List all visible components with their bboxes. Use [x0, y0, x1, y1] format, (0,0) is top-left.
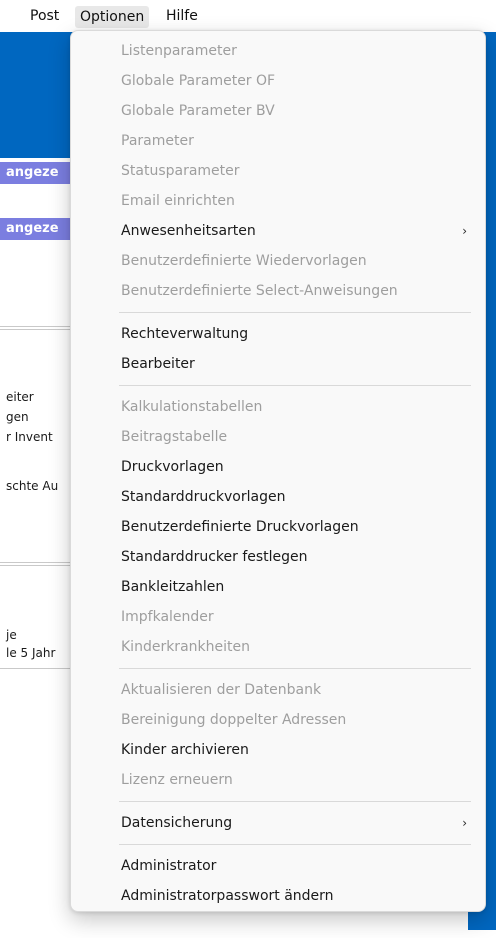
menu-item-rechteverwaltung[interactable]: Rechteverwaltung	[121, 324, 248, 344]
menu-item-druckvorlagen[interactable]: Druckvorlagen	[121, 457, 224, 477]
menu-item-datensicherung[interactable]: Datensicherung	[121, 813, 232, 833]
menu-item-listenparameter: Listenparameter	[121, 43, 237, 59]
menu-item-bankleitzahlen[interactable]: Bankleitzahlen	[121, 577, 224, 597]
menu-item-kinder-archivieren[interactable]: Kinder archivieren	[121, 740, 249, 760]
background-divider	[0, 668, 80, 669]
menu-separator	[119, 385, 471, 386]
background-text: r Invent	[6, 430, 53, 444]
menu-separator	[119, 312, 471, 313]
menu-optionen[interactable]: Optionen	[75, 6, 150, 28]
background-left-panel: angeze angeze eiter gen r Invent schte A…	[0, 158, 86, 938]
background-text: je	[6, 628, 17, 642]
menu-separator	[119, 844, 471, 845]
background-text: gen	[6, 410, 29, 424]
menu-separator	[119, 801, 471, 802]
menu-bar: Post Optionen Hilfe	[0, 0, 496, 32]
menu-separator	[119, 668, 471, 669]
background-divider	[0, 326, 80, 330]
background-text: eiter	[6, 390, 34, 404]
menu-item-administratorpasswort-aendern[interactable]: Administratorpasswort ändern	[121, 886, 334, 906]
menu-item-kalkulationstabellen: Kalkulationstabellen	[121, 399, 263, 415]
menu-item-administrator[interactable]: Administrator	[121, 856, 216, 876]
background-divider	[0, 562, 80, 566]
menu-item-lizenz-erneuern: Lizenz erneuern	[121, 772, 233, 788]
menu-item-beitragstabelle: Beitragstabelle	[121, 429, 228, 445]
background-text: le 5 Jahr	[6, 646, 56, 660]
menu-item-impfkalender: Impfkalender	[121, 609, 214, 625]
menu-item-benutzerdefinierte-select-anweisungen: Benutzerdefinierte Select-Anweisungen	[121, 283, 398, 299]
menu-item-standarddruckvorlagen[interactable]: Standarddruckvorlagen	[121, 487, 285, 507]
menu-item-email-einrichten: Email einrichten	[121, 193, 235, 209]
chevron-right-icon: ›	[462, 224, 467, 238]
background-text: schte Au	[6, 479, 59, 493]
menu-item-standarddrucker-festlegen[interactable]: Standarddrucker festlegen	[121, 547, 308, 567]
menu-hilfe[interactable]: Hilfe	[166, 8, 198, 24]
menu-item-parameter: Parameter	[121, 133, 194, 149]
menu-item-benutzerdefinierte-druckvorlagen[interactable]: Benutzerdefinierte Druckvorlagen	[121, 517, 359, 537]
menu-item-kinderkrankheiten: Kinderkrankheiten	[121, 639, 250, 655]
menu-item-bereinigung-doppelter-adressen: Bereinigung doppelter Adressen	[121, 712, 347, 728]
menu-item-globale-parameter-bv: Globale Parameter BV	[121, 103, 275, 119]
menu-item-aktualisieren-der-datenbank: Aktualisieren der Datenbank	[121, 682, 322, 698]
chevron-right-icon: ›	[462, 816, 467, 830]
menu-item-bearbeiter[interactable]: Bearbeiter	[121, 354, 195, 374]
optionen-dropdown-menu: Listenparameter Globale Parameter OF Glo…	[70, 30, 486, 912]
menu-item-statusparameter: Statusparameter	[121, 163, 240, 179]
menu-post[interactable]: Post	[30, 8, 59, 24]
menu-item-globale-parameter-of: Globale Parameter OF	[121, 73, 276, 89]
menu-item-benutzerdefinierte-wiedervorlagen: Benutzerdefinierte Wiedervorlagen	[121, 253, 367, 269]
menu-item-anwesenheitsarten[interactable]: Anwesenheitsarten	[121, 221, 256, 241]
